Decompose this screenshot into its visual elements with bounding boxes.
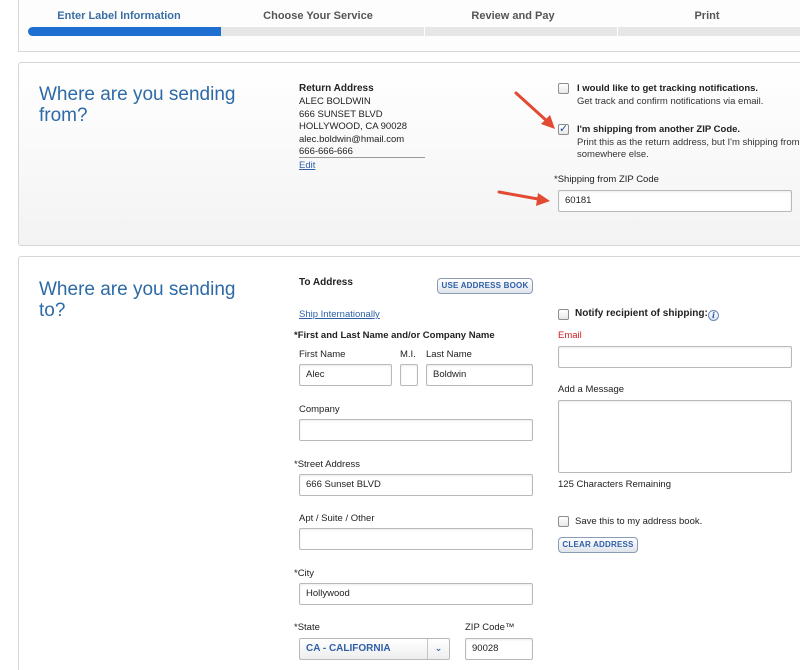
annotation-arrow-icon (514, 91, 555, 129)
to-panel: Where are you sending to? To Address USE… (18, 256, 800, 670)
first-name-input[interactable]: Alec (299, 364, 392, 386)
chevron-down-icon: ⌄ (427, 639, 449, 659)
save-address-checkbox[interactable] (558, 516, 569, 527)
chars-remaining: 125 Characters Remaining (558, 479, 672, 490)
tracking-sub: Get track and confirm notifications via … (577, 96, 764, 107)
use-address-book-button[interactable]: USE ADDRESS BOOK (437, 278, 533, 294)
save-address-label: Save this to my address book. (575, 516, 703, 527)
street-label: *Street Address (294, 459, 361, 470)
address-divider (299, 157, 425, 158)
clear-address-button[interactable]: CLEAR ADDRESS (558, 537, 638, 553)
return-address-line: ALEC BOLDWIN (299, 96, 371, 107)
email-label: Email (558, 330, 582, 341)
notify-recipient-checkbox[interactable] (558, 309, 569, 320)
mi-input[interactable] (400, 364, 418, 386)
ship-internationally-link[interactable]: Ship Internationally (299, 309, 380, 320)
to-heading: Where are you sending to? (39, 279, 236, 321)
annotation-arrow-icon (497, 190, 550, 206)
name-required-label: *First and Last Name and/or Company Name (294, 330, 495, 341)
other-zip-sub: Print this as the return address, but I'… (577, 137, 800, 160)
state-select-value: CA - CALIFORNIA (306, 643, 391, 654)
from-panel: Where are you sending from? Return Addre… (18, 62, 800, 246)
to-zip-input[interactable]: 90028 (465, 638, 533, 660)
ship-from-zip-label: *Shipping from ZIP Code (554, 174, 659, 185)
progress-bar (28, 27, 800, 36)
progress-stepper: Enter Label Information Choose Your Serv… (18, 0, 800, 52)
notify-recipient-label: Notify recipient of shipping: (575, 308, 708, 319)
edit-return-address-link[interactable]: Edit (299, 160, 315, 171)
company-label: Company (299, 404, 340, 415)
step-enter-label-info: Enter Label Information (57, 10, 181, 22)
progress-bar-fill (28, 27, 221, 36)
from-heading: Where are you sending from? (39, 84, 236, 126)
apt-label: Apt / Suite / Other (299, 513, 375, 524)
state-label: *State (294, 622, 320, 633)
message-label: Add a Message (558, 384, 625, 395)
city-label: *City (294, 568, 315, 579)
last-name-input[interactable]: Boldwin (426, 364, 533, 386)
to-address-title: To Address (299, 277, 353, 288)
message-textarea[interactable] (558, 400, 792, 473)
step-review-pay: Review and Pay (471, 10, 555, 22)
company-input[interactable] (299, 419, 533, 441)
step-print: Print (694, 10, 720, 22)
step-choose-service: Choose Your Service (263, 10, 373, 22)
return-address-line: HOLLYWOOD, CA 90028 (299, 121, 408, 132)
tracking-label: I would like to get tracking notificatio… (577, 83, 759, 94)
mi-label: M.I. (400, 349, 416, 360)
ship-from-zip-input[interactable]: 60181 (558, 190, 792, 212)
return-address-line: 666 SUNSET BLVD (299, 108, 383, 120)
apt-input[interactable] (299, 528, 533, 550)
last-name-label: Last Name (426, 349, 472, 360)
other-zip-label: I'm shipping from another ZIP Code. (577, 124, 741, 135)
return-address-title: Return Address (299, 83, 374, 94)
state-select[interactable]: CA - CALIFORNIA ⌄ (299, 638, 450, 660)
street-input[interactable]: 666 Sunset BLVD (299, 474, 533, 496)
zip-label: ZIP Code™ (465, 622, 515, 633)
info-icon[interactable]: i (708, 310, 719, 321)
return-address-line: alec.boldwin@hmail.com (299, 133, 405, 145)
city-input[interactable]: Hollywood (299, 583, 533, 605)
recipient-email-input[interactable] (558, 346, 792, 368)
first-name-label: First Name (299, 349, 346, 360)
